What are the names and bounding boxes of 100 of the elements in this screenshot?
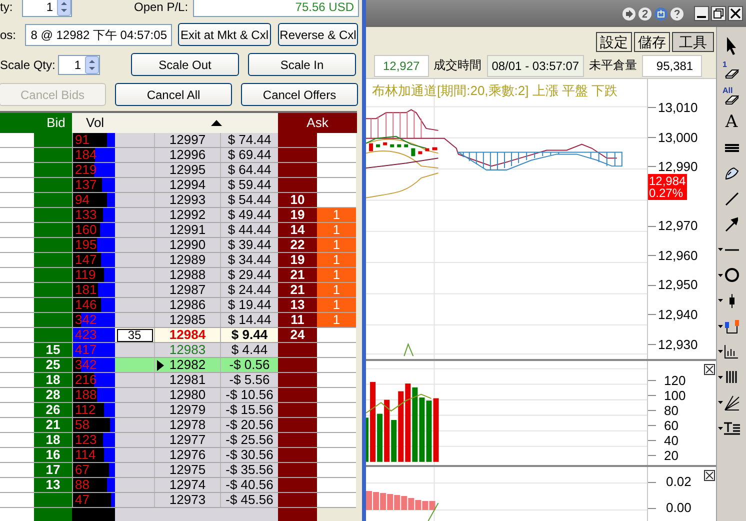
bid-cell[interactable] — [34, 268, 72, 282]
dropdown-caret-icon[interactable] — [718, 426, 723, 430]
dropdown-caret-icon[interactable] — [718, 401, 723, 404]
dropdown-caret-icon[interactable] — [718, 350, 723, 353]
order-cell[interactable] — [115, 223, 154, 237]
toolbar-button[interactable]: 設定 — [596, 32, 632, 52]
working-order-cell[interactable] — [317, 403, 356, 417]
order-cell[interactable] — [115, 283, 154, 297]
quantity-spinner[interactable]: 1 — [22, 0, 72, 17]
ask-cell[interactable]: 22 — [278, 238, 317, 252]
bid-cell[interactable] — [34, 238, 72, 252]
maximize-icon[interactable] — [711, 6, 726, 21]
order-cell[interactable] — [115, 133, 154, 147]
bid-cell[interactable] — [34, 253, 72, 267]
ask-cell[interactable] — [278, 493, 317, 507]
ask-cell[interactable] — [278, 478, 317, 492]
ask-cell[interactable] — [278, 133, 317, 147]
spin-arrows-icon[interactable] — [57, 0, 71, 16]
ask-cell[interactable] — [278, 178, 317, 192]
bid-cell[interactable] — [34, 313, 72, 327]
ask-cell[interactable]: 14 — [278, 223, 317, 237]
order-cell[interactable] — [115, 298, 154, 312]
info-icon[interactable] — [670, 6, 684, 20]
sort-ascending-icon[interactable] — [210, 120, 222, 126]
bid-cell[interactable]: 15 — [34, 343, 72, 357]
dropdown-caret-icon[interactable] — [718, 299, 723, 302]
order-cell[interactable] — [115, 448, 154, 462]
action-button[interactable]: Scale In — [248, 53, 356, 76]
action-button[interactable]: Cancel Offers — [241, 83, 358, 106]
bid-cell[interactable] — [34, 178, 72, 192]
dropdown-caret-icon[interactable] — [718, 248, 723, 251]
order-cell[interactable] — [115, 163, 154, 177]
order-cell[interactable] — [115, 193, 154, 207]
working-order-cell[interactable] — [317, 163, 356, 177]
ask-cell[interactable] — [278, 463, 317, 477]
ask-cell[interactable] — [278, 358, 317, 372]
order-cell[interactable] — [115, 373, 154, 387]
working-order-cell[interactable] — [317, 463, 356, 477]
bid-cell[interactable] — [34, 133, 72, 147]
order-cell[interactable] — [115, 253, 154, 267]
bid-cell[interactable] — [34, 508, 72, 521]
order-cell[interactable] — [115, 268, 154, 282]
ask-cell[interactable]: 21 — [278, 268, 317, 282]
bid-cell[interactable] — [34, 283, 72, 297]
order-cell[interactable] — [115, 178, 154, 192]
bid-cell[interactable] — [34, 493, 72, 507]
working-order-cell[interactable] — [317, 343, 356, 357]
working-order-cell[interactable] — [317, 478, 356, 492]
ask-cell[interactable]: 10 — [278, 193, 317, 207]
working-order-cell[interactable] — [317, 388, 356, 402]
spin-arrows-icon[interactable] — [85, 56, 99, 74]
working-order-cell[interactable] — [317, 178, 356, 192]
action-button[interactable]: Scale Out — [131, 53, 239, 76]
ask-cell[interactable] — [278, 448, 317, 462]
ask-cell[interactable]: 21 — [278, 283, 317, 297]
order-cell[interactable] — [115, 358, 154, 372]
working-order-cell[interactable] — [317, 358, 356, 372]
working-order-cell[interactable] — [317, 133, 356, 147]
ask-cell[interactable]: 24 — [278, 328, 317, 342]
close-icon[interactable] — [704, 364, 715, 375]
bid-cell[interactable]: 18 — [34, 373, 72, 387]
bid-cell[interactable] — [34, 163, 72, 177]
quantity-spinner[interactable]: 1 — [58, 54, 100, 74]
dropdown-caret-icon[interactable] — [718, 324, 723, 328]
eraser-tool[interactable]: 1 — [720, 59, 744, 84]
action-button[interactable]: Exit at Mkt & Cxl — [178, 23, 271, 46]
working-order-cell[interactable] — [317, 328, 356, 342]
working-order-cell[interactable] — [317, 418, 356, 432]
eraser-tool[interactable]: All — [720, 84, 744, 109]
forward-icon[interactable] — [622, 6, 636, 20]
bid-cell[interactable]: 26 — [34, 403, 72, 417]
ask-cell[interactable]: 13 — [278, 298, 317, 312]
bid-cell[interactable]: 25 — [34, 358, 72, 372]
bid-cell[interactable] — [34, 328, 72, 342]
bid-cell[interactable] — [34, 298, 72, 312]
order-cell[interactable] — [115, 493, 154, 507]
bid-cell[interactable]: 13 — [34, 478, 72, 492]
dropdown-caret-icon[interactable] — [718, 376, 723, 378]
ask-cell[interactable] — [278, 148, 317, 162]
order-cell[interactable] — [115, 238, 154, 252]
action-button[interactable]: Reverse & Cxl — [278, 23, 358, 46]
order-cell[interactable] — [115, 208, 154, 222]
order-cell[interactable] — [115, 418, 154, 432]
ask-cell[interactable] — [278, 163, 317, 177]
bid-cell[interactable] — [34, 208, 72, 222]
order-cell[interactable] — [115, 433, 154, 447]
order-cell[interactable] — [115, 478, 154, 492]
bid-cell[interactable]: 21 — [34, 418, 72, 432]
working-order-cell[interactable] — [317, 193, 356, 207]
toolbar-button[interactable]: 儲存 — [634, 32, 670, 52]
close-icon[interactable] — [728, 6, 743, 21]
bid-cell[interactable]: 17 — [34, 463, 72, 477]
ask-cell[interactable] — [278, 343, 317, 357]
bid-cell[interactable]: 16 — [34, 448, 72, 462]
new-window-icon[interactable] — [654, 6, 668, 20]
ask-cell[interactable]: 19 — [278, 253, 317, 267]
order-cell[interactable] — [115, 388, 154, 402]
ask-cell[interactable] — [278, 388, 317, 402]
bid-cell[interactable]: 28 — [34, 388, 72, 402]
dropdown-caret-icon[interactable] — [718, 274, 723, 276]
